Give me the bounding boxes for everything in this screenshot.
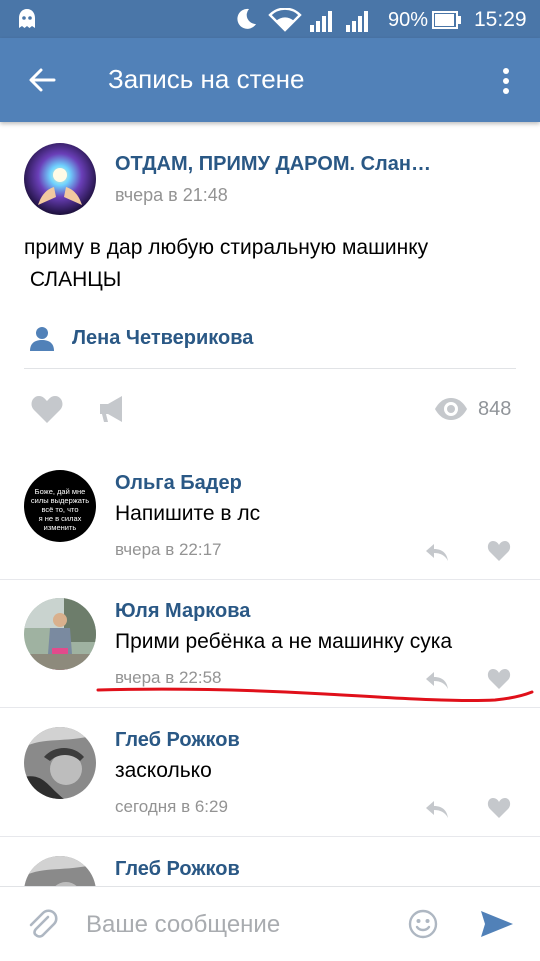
commenter-avatar[interactable]: Боже, дай мне силы выдержать всё то, что… xyxy=(24,470,96,542)
battery-percent: 90% xyxy=(388,9,429,31)
comment-item: Глеб Рожков xyxy=(0,838,540,886)
battery-icon xyxy=(432,11,461,29)
back-arrow-icon[interactable] xyxy=(28,66,56,94)
send-icon[interactable] xyxy=(480,909,514,939)
post-text-line: СЛАНЦЫ xyxy=(24,268,122,291)
comment-timestamp: вчера в 22:17 xyxy=(115,540,222,559)
app-header: Запись на стене xyxy=(0,38,540,122)
divider xyxy=(24,368,516,369)
message-composer: Ваше сообщение xyxy=(0,886,540,961)
comment-text: засколько xyxy=(115,759,212,782)
group-name-link[interactable]: ОТДАМ, ПРИМУ ДАРОМ. Слан… xyxy=(115,153,431,176)
author-name-link[interactable]: Лена Четверикова xyxy=(72,327,253,350)
reply-icon[interactable] xyxy=(424,799,450,819)
comment-timestamp: сегодня в 6:29 xyxy=(115,797,228,816)
eye-icon xyxy=(435,398,467,420)
signal-icon xyxy=(310,11,332,32)
svg-text:силы выдержать: силы выдержать xyxy=(31,496,89,505)
svg-text:всё то, что: всё то, что xyxy=(41,505,78,514)
commenter-name-link[interactable]: Глеб Рожков xyxy=(115,729,240,752)
post-header: ОТДАМ, ПРИМУ ДАРОМ. Слан… вчера в 21:48 xyxy=(24,143,524,215)
post-text-line: приму в дар любую стиральную машинку xyxy=(24,236,429,259)
moon-icon xyxy=(237,8,256,29)
views-count: 848 xyxy=(478,398,512,420)
comment-text: Напишите в лс xyxy=(115,502,261,525)
status-bar: 90% 15:29 xyxy=(0,0,540,38)
commenter-avatar[interactable] xyxy=(24,856,96,886)
person-icon xyxy=(30,327,54,351)
page-title: Запись на стене xyxy=(108,64,305,94)
svg-text:изменить: изменить xyxy=(44,523,77,532)
commenter-avatar[interactable] xyxy=(24,598,96,670)
message-input[interactable]: Ваше сообщение xyxy=(86,911,280,939)
heart-icon[interactable] xyxy=(487,797,511,819)
signal-icon xyxy=(346,11,368,32)
post-timestamp: вчера в 21:48 xyxy=(115,185,228,205)
svg-text:Боже, дай мне: Боже, дай мне xyxy=(35,487,86,496)
megaphone-icon[interactable] xyxy=(98,394,128,424)
paperclip-icon[interactable] xyxy=(26,909,58,941)
comment-item: Глеб Рожков засколько сегодня в 6:29 xyxy=(0,709,540,837)
smile-icon[interactable] xyxy=(408,909,438,939)
reply-icon[interactable] xyxy=(424,542,450,562)
annotation-underline xyxy=(96,687,534,703)
comment-item: Боже, дай мне силы выдержать всё то, что… xyxy=(0,452,540,580)
comment-text: Прими ребёнка а не машинку сука xyxy=(115,630,453,653)
ghost-icon xyxy=(19,9,35,28)
clock: 15:29 xyxy=(474,8,527,31)
commenter-name-link[interactable]: Глеб Рожков xyxy=(115,858,240,881)
wifi-icon xyxy=(268,8,302,32)
commenter-name-link[interactable]: Юля Маркова xyxy=(115,600,250,623)
divider xyxy=(0,707,540,708)
more-vertical-icon[interactable] xyxy=(498,66,514,96)
group-avatar[interactable] xyxy=(24,143,96,215)
divider xyxy=(0,836,540,837)
commenter-name-link[interactable]: Ольга Бадер xyxy=(115,472,242,495)
post-actions: 848 xyxy=(0,390,540,430)
heart-icon[interactable] xyxy=(30,394,64,424)
post-body: приму в дар любую стиральную машинку СЛА… xyxy=(24,232,514,296)
commenter-avatar[interactable] xyxy=(24,727,96,799)
svg-text:я не в силах: я не в силах xyxy=(39,514,82,523)
heart-icon[interactable] xyxy=(487,540,511,562)
